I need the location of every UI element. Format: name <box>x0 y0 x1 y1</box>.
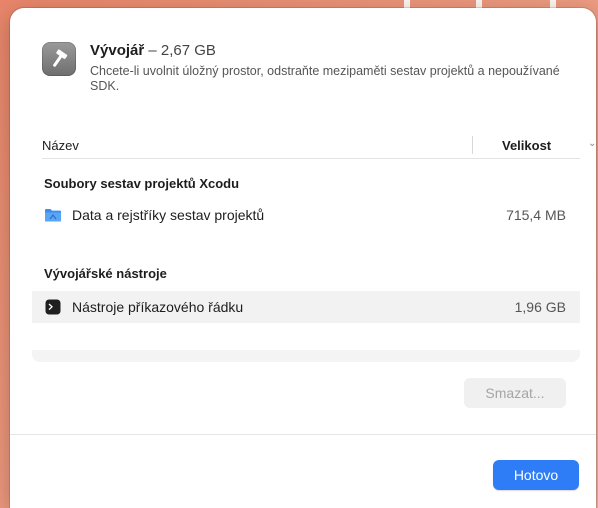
section-title: Vývojářské nástroje <box>44 266 167 281</box>
section-title: Soubory sestav projektů Xcodu <box>44 176 240 191</box>
column-name-header[interactable]: Název <box>42 138 79 153</box>
done-button[interactable]: Hotovo <box>493 460 579 490</box>
row-label: Data a rejstříky sestav projektů <box>72 207 265 223</box>
table-row[interactable]: Data a rejstříky sestav projektů 715,4 M… <box>32 199 580 231</box>
footer-divider <box>10 434 596 435</box>
column-divider <box>472 136 473 154</box>
table-column-header: Název Velikost ⌄ <box>42 136 596 159</box>
category-name: Vývojář <box>90 42 145 59</box>
folder-icon <box>44 206 62 224</box>
sheet-title: Vývojář – 2,67 GB <box>90 42 570 60</box>
table-footer <box>32 350 580 362</box>
terminal-icon <box>44 298 62 316</box>
row-size: 1,96 GB <box>514 299 566 315</box>
column-size-header[interactable]: Velikost <box>502 138 551 153</box>
sheet-description: Chcete-li uvolnit úložný prostor, odstra… <box>90 64 560 93</box>
category-size: 2,67 GB <box>160 42 216 59</box>
chevron-down-icon[interactable]: ⌄ <box>588 138 596 149</box>
hammer-icon <box>42 42 76 76</box>
row-label: Nástroje příkazového řádku <box>72 299 244 315</box>
title-separator: – <box>144 42 161 59</box>
row-size: 715,4 MB <box>506 207 566 223</box>
table-row[interactable]: Nástroje příkazového řádku 1,96 GB <box>32 291 580 323</box>
delete-button[interactable]: Smazat... <box>464 378 566 408</box>
storage-detail-sheet: Vývojář – 2,67 GB Chcete-li uvolnit úlož… <box>10 8 596 508</box>
sheet-header: Vývojář – 2,67 GB Chcete-li uvolnit úlož… <box>42 42 570 94</box>
